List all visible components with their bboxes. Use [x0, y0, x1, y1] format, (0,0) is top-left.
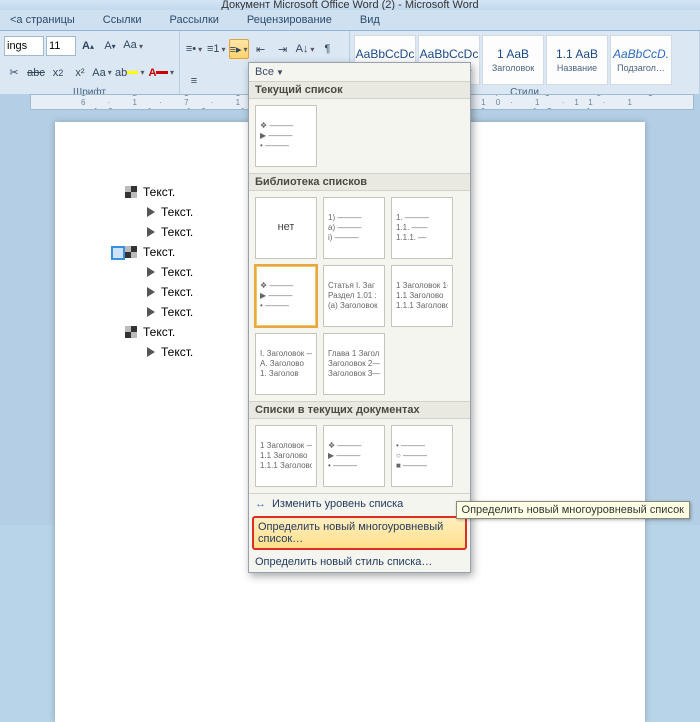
- sort-button[interactable]: A↓: [295, 39, 316, 59]
- library-thumb-5[interactable]: 1 Заголовок 1—1.1 Заголово1.1.1 Заголово: [391, 265, 453, 327]
- tab-review[interactable]: Рецензирование: [237, 12, 342, 28]
- style-item-3[interactable]: 1.1 AaBНазвание: [546, 35, 608, 85]
- title-bar: Документ Microsoft Office Word (2) - Mic…: [0, 0, 700, 10]
- outdent-icon: ⇤: [256, 43, 265, 56]
- diamond-bullet-icon: [125, 246, 137, 258]
- eraser-icon: Aa: [123, 39, 137, 53]
- indent-decrease-button[interactable]: ⇤: [251, 39, 271, 59]
- current-list-thumb[interactable]: ❖ ——— ▶ ——— • ———: [255, 105, 317, 167]
- chevron-down-icon: ▼: [276, 68, 284, 77]
- library-thumb-1[interactable]: 1) ——— a) ——— i) ———: [323, 197, 385, 259]
- tab-page-layout[interactable]: <a страницы: [0, 12, 85, 28]
- define-new-multilevel-item[interactable]: Определить новый многоуровневый список…: [252, 516, 467, 550]
- arrow-bullet-icon: [147, 267, 155, 277]
- diamond-bullet-icon: [125, 326, 137, 338]
- indent-icon: ⇥: [278, 43, 287, 56]
- library-thumb-0[interactable]: нет: [255, 197, 317, 259]
- font-name-select[interactable]: ings: [4, 36, 44, 56]
- library-thumb-3[interactable]: ❖ ——— ▶ ——— • ———: [255, 265, 317, 327]
- tab-view[interactable]: Вид: [350, 12, 390, 28]
- indent-increase-button[interactable]: ⇥: [273, 39, 293, 59]
- dd-section-library: Библиотека списков: [249, 173, 470, 191]
- arrow-bullet-icon: [147, 227, 155, 237]
- arrow-bullet-icon: [147, 287, 155, 297]
- grow-font-button[interactable]: A▴: [78, 36, 98, 56]
- arrow-bullet-icon: [147, 207, 155, 217]
- sort-icon: A↓: [296, 43, 309, 55]
- tab-mailings[interactable]: Рассылки: [160, 12, 229, 28]
- bullets-button[interactable]: ≡•: [184, 39, 204, 59]
- pilcrow-icon: ¶: [324, 43, 330, 55]
- align-left-icon: ≡: [191, 75, 197, 87]
- subscript-button[interactable]: x2: [48, 63, 68, 83]
- font-size-select[interactable]: 11: [46, 36, 76, 56]
- font-color-icon: A: [148, 67, 156, 79]
- highlight-button[interactable]: ab: [114, 63, 145, 83]
- define-new-list-style-item[interactable]: Определить новый стиль списка…: [249, 552, 470, 572]
- library-thumb-7[interactable]: Глава 1 Загол Заголовок 2— Заголовок 3—: [323, 333, 385, 395]
- numbering-icon: ≡1: [207, 43, 220, 55]
- arrow-bullet-icon: [147, 307, 155, 317]
- multilevel-list-button[interactable]: ≡▸: [229, 39, 249, 59]
- align-left-button[interactable]: ≡: [184, 71, 204, 91]
- tab-references[interactable]: Ссылки: [93, 12, 152, 28]
- library-thumb-6[interactable]: I. Заголовок — A. Заголово 1. Заголов: [255, 333, 317, 395]
- cut-button[interactable]: ✂: [4, 63, 24, 83]
- superscript-button[interactable]: x²: [70, 63, 90, 83]
- multilevel-list-dropdown: Все▼ Текущий список ❖ ——— ▶ ——— • ——— Би…: [248, 62, 471, 573]
- bullets-icon: ≡•: [186, 43, 196, 55]
- indoc-thumb-2[interactable]: • ——— ○ ——— ■ ———: [391, 425, 453, 487]
- library-thumb-2[interactable]: 1. ——— 1.1. —— 1.1.1. —: [391, 197, 453, 259]
- arrow-bullet-icon: [147, 347, 155, 357]
- dd-section-current: Текущий список: [249, 81, 470, 99]
- change-list-level-item[interactable]: ↔ Изменить уровень списка ▶: [249, 494, 470, 514]
- multilevel-icon: ≡▸: [230, 43, 242, 56]
- selection-box: [111, 246, 125, 260]
- strike-button[interactable]: abc: [26, 63, 46, 83]
- indoc-thumb-1[interactable]: ❖ ——— ▶ ——— • ———: [323, 425, 385, 487]
- font-color-button[interactable]: A: [147, 63, 175, 83]
- diamond-bullet-icon: [125, 186, 137, 198]
- change-case-button[interactable]: Aa: [92, 63, 112, 83]
- show-marks-button[interactable]: ¶: [317, 39, 337, 59]
- shrink-font-button[interactable]: A▾: [100, 36, 120, 56]
- numbering-button[interactable]: ≡1: [206, 39, 227, 59]
- scissors-icon: ✂: [9, 66, 18, 79]
- style-item-2[interactable]: 1 AaBЗаголовок: [482, 35, 544, 85]
- dd-section-indoc: Списки в текущих документах: [249, 401, 470, 419]
- ribbon-tabs: <a страницы Ссылки Рассылки Рецензирован…: [0, 10, 700, 31]
- style-item-4[interactable]: AaBbCcD.Подзагол…: [610, 35, 672, 85]
- clear-format-button[interactable]: Aa: [122, 36, 144, 56]
- arrow-right-icon: ↔: [255, 498, 266, 510]
- tooltip: Определить новый многоуровневый список: [456, 501, 690, 519]
- library-thumb-4[interactable]: Статья I. ЗагРаздел 1.01 : (a) Заголовок: [323, 265, 385, 327]
- indoc-thumb-0[interactable]: 1 Заголовок —1.1 Заголово1.1.1 Заголово: [255, 425, 317, 487]
- dd-all-row[interactable]: Все▼: [249, 63, 470, 81]
- highlighter-icon: ab: [115, 67, 127, 79]
- font-group: ings 11 A▴ A▾ Aa ✂ abc x2 x² Aa ab A Шри…: [0, 31, 180, 100]
